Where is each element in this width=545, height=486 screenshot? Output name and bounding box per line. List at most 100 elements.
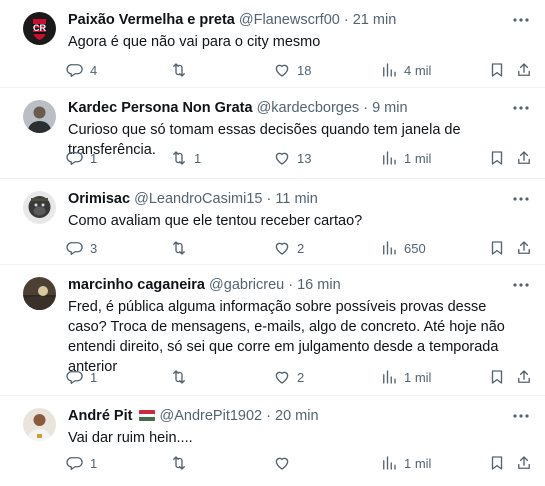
- bookmark-icon: [491, 456, 503, 470]
- separator-dot: ·: [288, 277, 294, 293]
- user-handle[interactable]: @Flanewscrf00: [239, 12, 340, 28]
- views-button[interactable]: 1 mil: [380, 452, 431, 474]
- share-button[interactable]: [515, 147, 533, 169]
- reply-icon: [66, 242, 83, 256]
- timestamp[interactable]: 9 min: [372, 100, 407, 116]
- sunset-avatar[interactable]: [23, 277, 56, 310]
- reply-icon: [66, 152, 83, 166]
- bookmark-button[interactable]: [488, 452, 506, 474]
- retweet-icon: [173, 370, 185, 384]
- separator-dot: ·: [363, 100, 369, 116]
- more-options-icon[interactable]: [511, 406, 531, 426]
- retweet-button[interactable]: [170, 452, 194, 474]
- like-button[interactable]: 2: [273, 366, 304, 388]
- user-handle[interactable]: @kardecborges: [257, 100, 360, 116]
- reply-count: 4: [90, 62, 98, 78]
- reply-button[interactable]: 1: [66, 452, 97, 474]
- person-avatar[interactable]: [23, 100, 56, 133]
- more-options-icon[interactable]: [511, 98, 531, 118]
- share-button[interactable]: [515, 366, 533, 388]
- like-button[interactable]: [273, 452, 297, 474]
- tweet-actions: 3 2 650: [60, 237, 533, 259]
- reply-icon: [66, 64, 83, 78]
- heart-icon: [275, 242, 289, 255]
- views-button[interactable]: 650: [380, 237, 426, 259]
- share-button[interactable]: [515, 237, 533, 259]
- tweet-header: André Pit @AndrePit1902 · 20 min: [68, 406, 505, 426]
- tweet-text: Fred, é pública alguma informação sobre …: [68, 299, 505, 375]
- user-handle[interactable]: @gabricreu: [209, 277, 284, 293]
- reply-button[interactable]: 1: [66, 147, 97, 169]
- views-button[interactable]: 1 mil: [380, 366, 431, 388]
- tweet-text: Agora é que não vai para o city mesmo: [68, 34, 321, 50]
- bookmark-icon: [491, 151, 503, 165]
- timestamp[interactable]: 21 min: [353, 12, 397, 28]
- like-button[interactable]: 13: [273, 147, 311, 169]
- retweet-button[interactable]: 1: [170, 147, 201, 169]
- user-handle[interactable]: @LeandroCasimi15: [134, 191, 262, 207]
- retweet-button[interactable]: [170, 237, 194, 259]
- reply-count: 1: [90, 369, 98, 385]
- more-options-icon[interactable]: [511, 10, 531, 30]
- reply-button[interactable]: 3: [66, 237, 97, 259]
- analytics-icon: [383, 63, 396, 77]
- reply-count: 1: [90, 455, 98, 471]
- timestamp[interactable]: 20 min: [275, 408, 319, 424]
- tweet-text: Como avaliam que ele tentou receber cart…: [68, 213, 363, 229]
- tweet-header: Orimisac @LeandroCasimi15 · 11 min: [68, 189, 505, 209]
- like-button[interactable]: 18: [273, 59, 311, 81]
- like-button[interactable]: 2: [273, 237, 304, 259]
- reply-button[interactable]: 4: [66, 59, 97, 81]
- share-button[interactable]: [515, 59, 533, 81]
- tweet[interactable]: Kardec Persona Non Grata @kardecborges ·…: [0, 88, 545, 179]
- retweet-icon: [173, 151, 185, 165]
- retweet-count: 1: [194, 150, 202, 166]
- display-name[interactable]: marcinho caganeira: [68, 277, 205, 293]
- tweet-actions: 1 1 13 1 mil: [60, 147, 533, 169]
- analytics-icon: [383, 456, 396, 470]
- share-icon: [518, 370, 530, 383]
- retweet-button[interactable]: [170, 366, 194, 388]
- gorilla-avatar[interactable]: [23, 191, 56, 224]
- share-button[interactable]: [515, 452, 533, 474]
- person-avatar[interactable]: [23, 408, 56, 441]
- bookmark-button[interactable]: [488, 147, 506, 169]
- bookmark-button[interactable]: [488, 237, 506, 259]
- bookmark-button[interactable]: [488, 59, 506, 81]
- view-count: 1 mil: [404, 369, 432, 385]
- share-icon: [518, 151, 530, 164]
- analytics-icon: [383, 370, 396, 384]
- share-icon: [518, 456, 530, 469]
- analytics-icon: [383, 151, 396, 165]
- bookmark-icon: [491, 370, 503, 384]
- heart-icon: [275, 152, 289, 165]
- display-name[interactable]: Kardec Persona Non Grata: [68, 100, 253, 116]
- tweet[interactable]: marcinho caganeira @gabricreu · 16 min F…: [0, 265, 545, 396]
- bookmark-icon: [491, 63, 503, 77]
- display-name[interactable]: André Pit: [68, 408, 132, 424]
- like-count: 13: [297, 150, 312, 166]
- display-name[interactable]: Paixão Vermelha e preta: [68, 12, 235, 28]
- tweet-actions: 4 18 4 mil: [60, 59, 533, 81]
- more-options-icon[interactable]: [511, 189, 531, 209]
- tweet-actions: 1 1 mil: [60, 452, 533, 474]
- tweet[interactable]: André Pit @AndrePit1902 · 20 min Vai dar…: [0, 396, 545, 486]
- reply-button[interactable]: 1: [66, 366, 97, 388]
- bookmark-button[interactable]: [488, 366, 506, 388]
- views-button[interactable]: 4 mil: [380, 59, 431, 81]
- tweet[interactable]: CR Paixão Vermelha e preta @Flanewscrf00…: [0, 0, 545, 88]
- separator-dot: ·: [266, 408, 271, 424]
- reply-feed: CR Paixão Vermelha e preta @Flanewscrf00…: [0, 0, 545, 486]
- view-count: 1 mil: [404, 455, 432, 471]
- timestamp[interactable]: 11 min: [275, 191, 317, 207]
- retweet-button[interactable]: [170, 59, 194, 81]
- display-name[interactable]: Orimisac: [68, 191, 130, 207]
- more-options-icon[interactable]: [511, 275, 531, 295]
- tweet[interactable]: Orimisac @LeandroCasimi15 · 11 min Como …: [0, 179, 545, 265]
- user-handle[interactable]: @AndrePit1902: [160, 408, 263, 424]
- timestamp[interactable]: 16 min: [297, 277, 341, 293]
- views-button[interactable]: 1 mil: [380, 147, 431, 169]
- flamengo-crest-avatar[interactable]: CR: [23, 12, 56, 45]
- separator-dot: ·: [343, 12, 349, 28]
- heart-icon: [275, 371, 289, 384]
